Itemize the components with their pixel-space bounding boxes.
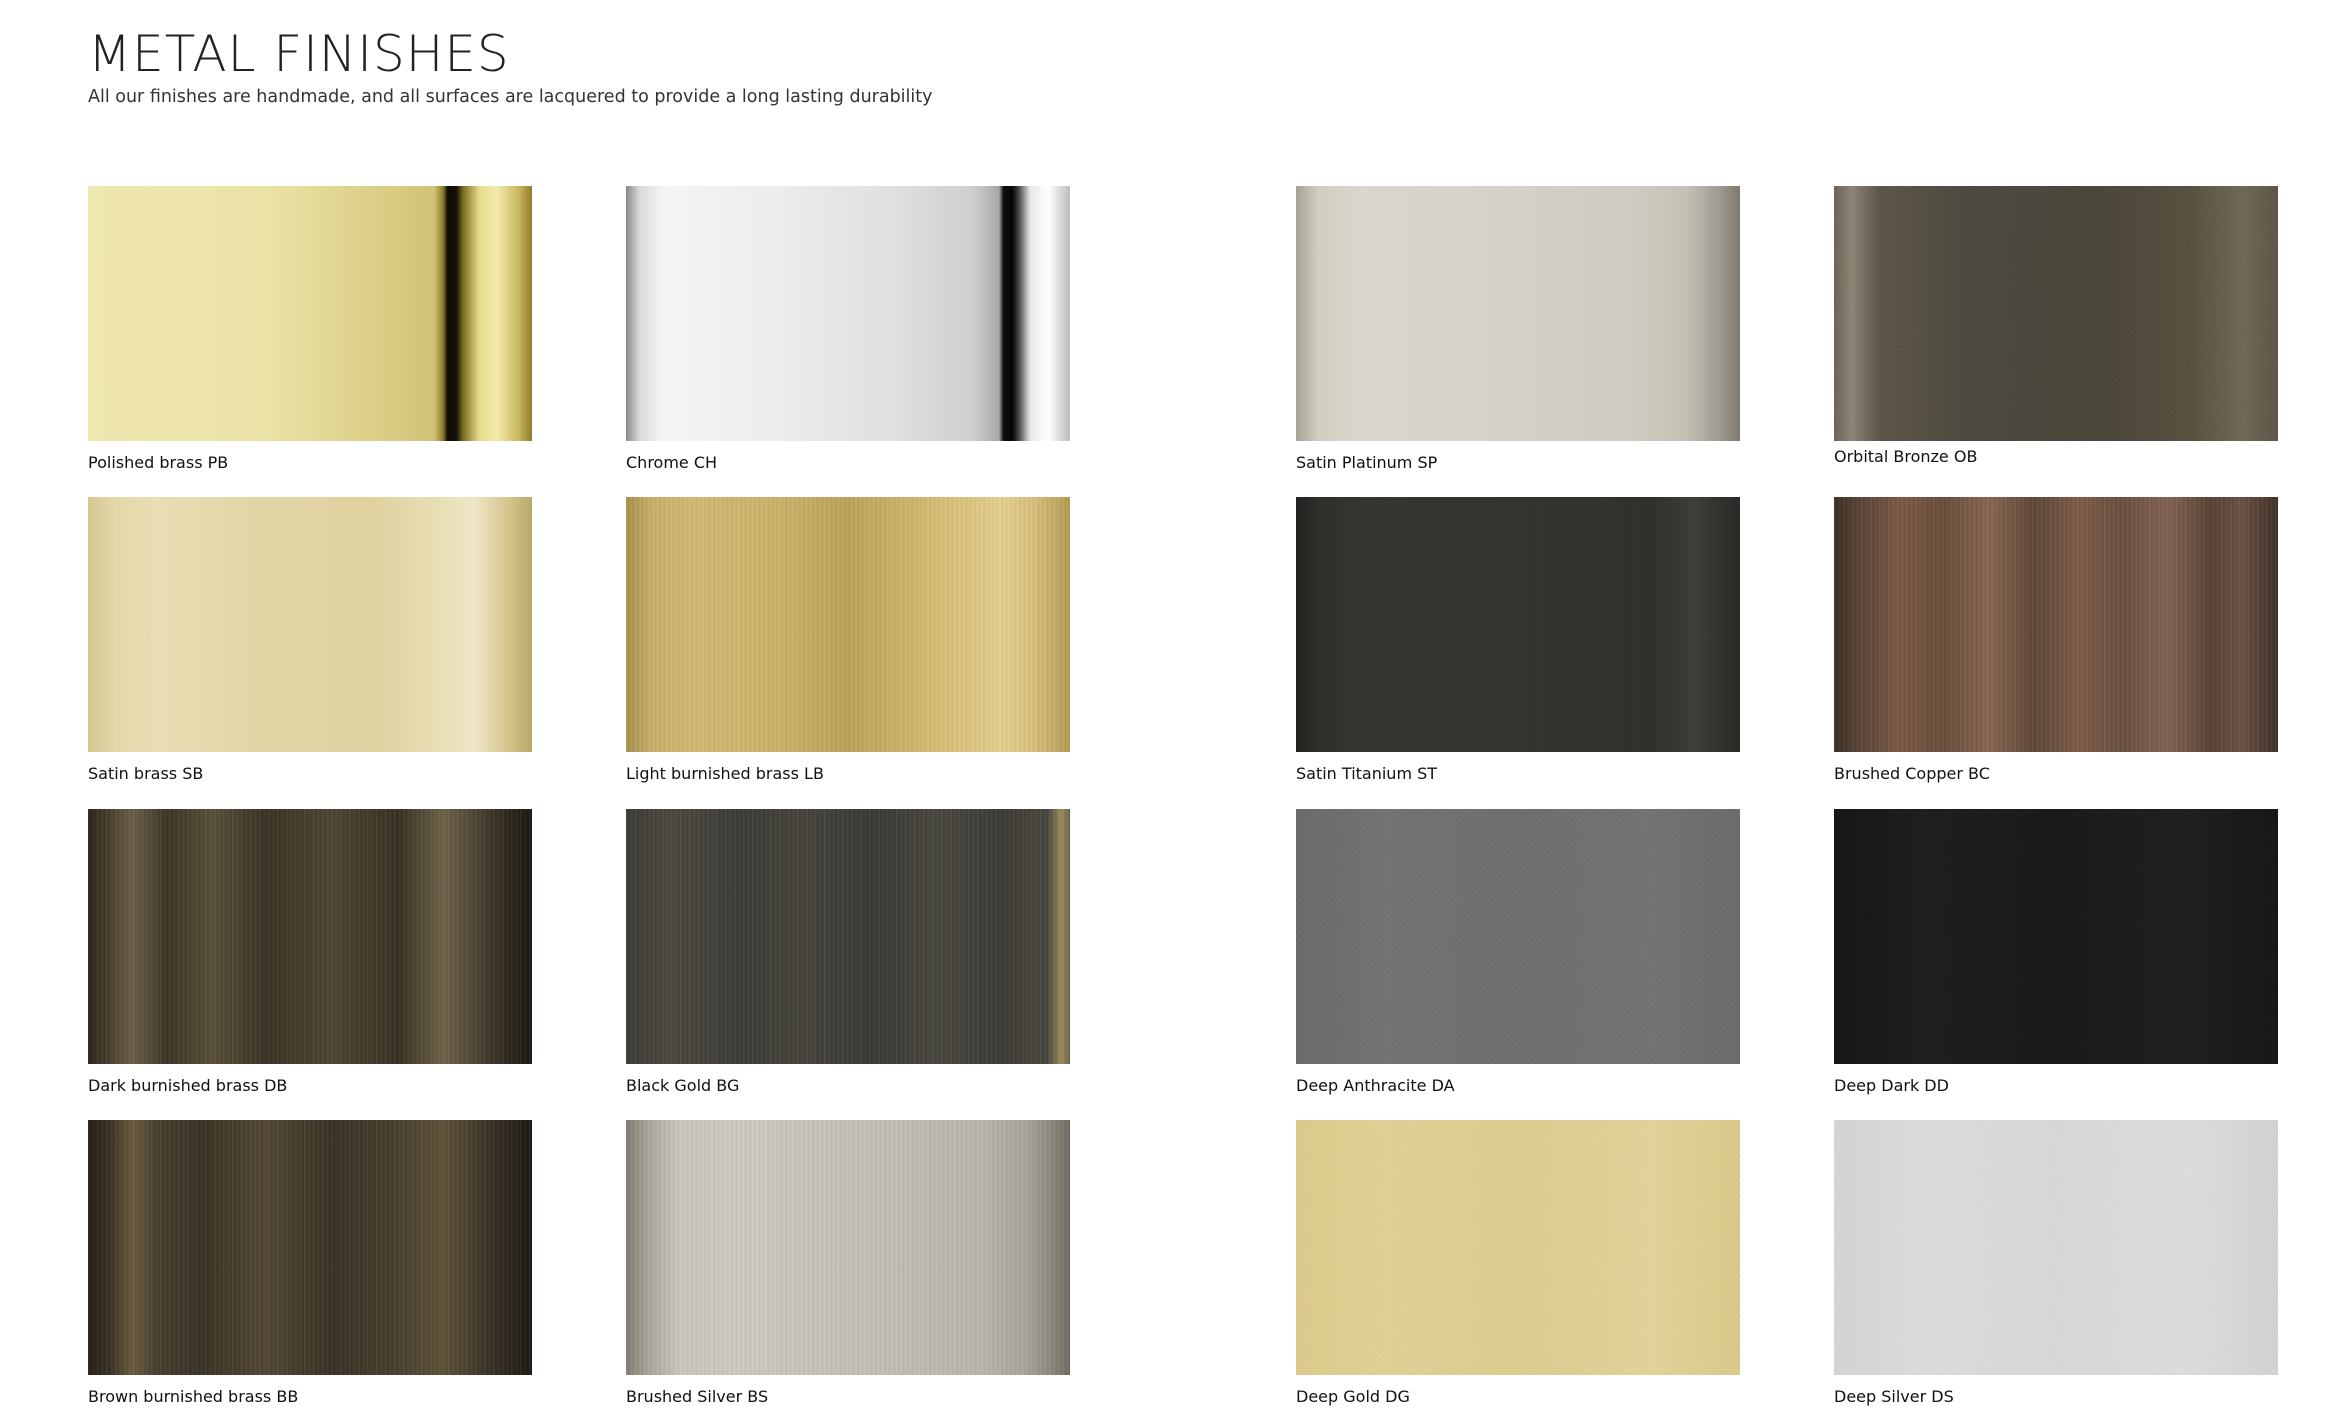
finish-label: Brushed Silver BS xyxy=(626,1387,769,1406)
finish-label: Satin brass SB xyxy=(88,764,204,783)
finish-card-deep-anthracite[interactable]: Deep Anthracite DA xyxy=(1296,809,1740,1095)
finish-swatch-image xyxy=(1296,809,1740,1064)
finish-swatch-image xyxy=(626,186,1070,441)
finish-swatch-image xyxy=(1834,1120,2278,1375)
finish-swatch-image xyxy=(1296,497,1740,752)
finish-card-satin-platinum[interactable]: Satin Platinum SP xyxy=(1296,186,1740,472)
finish-card-light-burnished-brass[interactable]: Light burnished brass LB xyxy=(626,497,1070,783)
finish-label: Deep Silver DS xyxy=(1834,1387,1954,1406)
finish-swatch-image xyxy=(626,1120,1070,1375)
finish-swatch-image xyxy=(1834,809,2278,1064)
finish-card-deep-silver[interactable]: Deep Silver DS xyxy=(1834,1120,2278,1406)
finish-card-black-gold[interactable]: Black Gold BG xyxy=(626,809,1070,1095)
page-title: METAL FINISHES xyxy=(88,25,510,83)
finish-swatch-image xyxy=(1834,186,2278,441)
finish-card-chrome[interactable]: Chrome CH xyxy=(626,186,1070,472)
finish-card-polished-brass[interactable]: Polished brass PB xyxy=(88,186,532,472)
finish-swatch-image xyxy=(88,186,532,441)
finish-label: Deep Dark DD xyxy=(1834,1076,1949,1095)
finish-card-deep-gold[interactable]: Deep Gold DG xyxy=(1296,1120,1740,1406)
finish-label: Deep Anthracite DA xyxy=(1296,1076,1455,1095)
finish-card-deep-dark[interactable]: Deep Dark DD xyxy=(1834,809,2278,1095)
finish-swatch-image xyxy=(626,497,1070,752)
finish-card-brushed-copper[interactable]: Brushed Copper BC xyxy=(1834,497,2278,783)
finish-card-satin-brass[interactable]: Satin brass SB xyxy=(88,497,532,783)
finish-label: Brushed Copper BC xyxy=(1834,764,1990,783)
finish-swatch-image xyxy=(88,1120,532,1375)
finish-label: Brown burnished brass BB xyxy=(88,1387,299,1406)
finish-swatch-image xyxy=(1834,497,2278,752)
finish-swatch-image xyxy=(88,809,532,1064)
finish-card-brown-burnished-brass[interactable]: Brown burnished brass BB xyxy=(88,1120,532,1406)
finish-swatch-image xyxy=(88,497,532,752)
finish-card-brushed-silver[interactable]: Brushed Silver BS xyxy=(626,1120,1070,1406)
finish-label: Satin Titanium ST xyxy=(1296,764,1438,783)
page-subtitle: All our finishes are handmade, and all s… xyxy=(88,87,933,107)
finish-label: Chrome CH xyxy=(626,453,718,472)
finish-label: Black Gold BG xyxy=(626,1076,740,1095)
finish-label: Light burnished brass LB xyxy=(626,764,824,783)
finish-label: Orbital Bronze OB xyxy=(1834,447,1978,466)
finish-label: Satin Platinum SP xyxy=(1296,453,1438,472)
finish-card-orbital-bronze[interactable]: Orbital Bronze OB xyxy=(1834,186,2278,466)
finish-label: Dark burnished brass DB xyxy=(88,1076,288,1095)
finish-label: Deep Gold DG xyxy=(1296,1387,1410,1406)
finish-card-dark-burnished-brass[interactable]: Dark burnished brass DB xyxy=(88,809,532,1095)
finish-label: Polished brass PB xyxy=(88,453,229,472)
finish-swatch-image xyxy=(1296,186,1740,441)
finish-swatch-image xyxy=(1296,1120,1740,1375)
finish-card-satin-titanium[interactable]: Satin Titanium ST xyxy=(1296,497,1740,783)
finish-swatch-image xyxy=(626,809,1070,1064)
